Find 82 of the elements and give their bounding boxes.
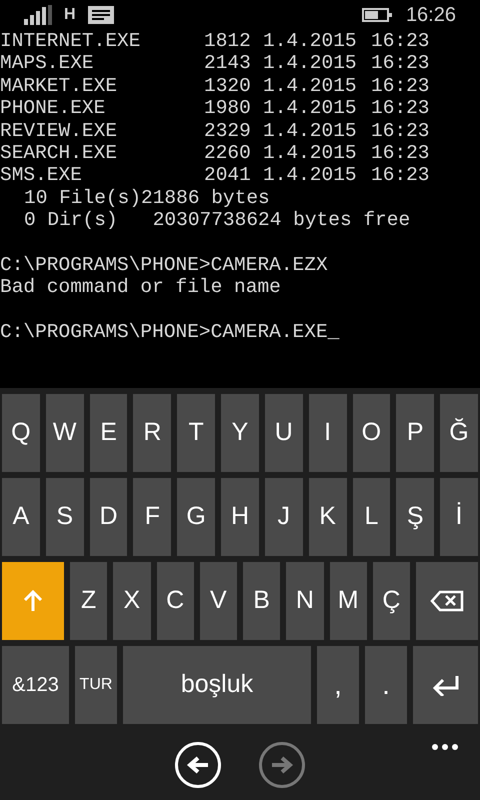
keyboard-key[interactable]: I (308, 394, 346, 472)
keyboard-key[interactable]: K (308, 478, 346, 556)
keyboard-key[interactable]: B (243, 562, 280, 640)
keyboard-key[interactable]: O (352, 394, 390, 472)
keyboard-key[interactable]: C (156, 562, 194, 640)
file-date: 1.4.2015 (263, 30, 358, 52)
file-time: 16:23 (371, 52, 430, 75)
error-message: Bad command or file name (0, 276, 281, 298)
keyboard-key[interactable]: Ç (372, 562, 410, 640)
file-date: 1.4.2015 (263, 142, 358, 164)
keyboard-key[interactable]: L (352, 478, 390, 556)
keyboard-key[interactable]: T (177, 394, 216, 472)
file-time: 16:23 (371, 74, 430, 98)
file-name: SMS.EXE (0, 164, 83, 187)
keyboard-key[interactable]: V (200, 562, 237, 640)
keyboard-key[interactable]: &123 (2, 646, 69, 724)
backspace-key[interactable] (416, 562, 478, 640)
left-arrow-icon (186, 755, 210, 775)
keyboard-key[interactable]: N (286, 562, 324, 640)
file-name: INTERNET.EXE (0, 30, 142, 52)
up-arrow-icon (22, 589, 44, 613)
file-size: 1320 (204, 74, 252, 98)
file-date: 1.4.2015 (263, 164, 358, 187)
battery-icon (362, 8, 392, 22)
file-date: 1.4.2015 (263, 74, 358, 98)
keyboard-key[interactable]: E (90, 394, 128, 472)
file-name: MARKET.EXE (0, 74, 118, 98)
file-size: 1812 (204, 30, 252, 52)
keyboard-key[interactable]: . (365, 646, 407, 724)
enter-key[interactable] (413, 646, 478, 724)
file-size: 2329 (204, 120, 252, 142)
keyboard-key[interactable]: , (317, 646, 359, 724)
more-icon[interactable] (432, 744, 458, 750)
keyboard-key[interactable]: İ (440, 478, 478, 556)
keyboard-key[interactable]: J (264, 478, 303, 556)
backspace-icon (430, 590, 464, 612)
file-name: MAPS.EXE (0, 52, 95, 75)
keyboard-key[interactable]: Ğ (440, 394, 478, 472)
file-time: 16:23 (371, 120, 430, 142)
enter-arrow-icon (430, 674, 460, 696)
file-name: PHONE.EXE (0, 97, 106, 120)
keyboard-key[interactable]: Z (70, 562, 108, 640)
file-time: 16:23 (371, 30, 430, 52)
keyboard-key[interactable]: Ş (396, 478, 434, 556)
keyboard-key[interactable]: G (177, 478, 216, 556)
keyboard-key[interactable]: D (90, 478, 128, 556)
right-arrow-icon (270, 755, 294, 775)
file-time: 16:23 (371, 142, 430, 164)
space-key[interactable]: boşluk (123, 646, 311, 724)
keyboard-key[interactable]: U (264, 394, 303, 472)
keyboard-key[interactable]: M (330, 562, 367, 640)
network-type: H (64, 5, 76, 25)
keyboard-key[interactable]: H (221, 478, 259, 556)
file-time: 16:23 (371, 97, 430, 120)
back-button[interactable] (175, 742, 221, 788)
file-date: 1.4.2015 (263, 120, 358, 142)
keyboard-key[interactable]: X (113, 562, 150, 640)
summary-line: 0 Dir(s) 20307738624 bytes free (24, 209, 410, 232)
file-time: 16:23 (371, 164, 430, 187)
file-name: REVIEW.EXE (0, 120, 118, 142)
keyboard-key[interactable]: Q (2, 394, 40, 472)
file-date: 1.4.2015 (263, 97, 358, 120)
file-size: 2260 (204, 142, 252, 164)
keyboard-key[interactable]: P (396, 394, 434, 472)
summary-line: 10 File(s)21886 bytes (24, 186, 270, 209)
message-icon (88, 6, 114, 24)
file-name: SEARCH.EXE (0, 142, 118, 164)
keyboard-key[interactable]: TUR (75, 646, 117, 724)
command-line: C:\PROGRAMS\PHONE>CAMERA.EXE_ (0, 321, 340, 344)
file-size: 1980 (204, 97, 252, 120)
keyboard-key[interactable]: R (133, 394, 172, 472)
file-date: 1.4.2015 (263, 52, 358, 75)
keyboard-key[interactable]: F (133, 478, 172, 556)
command-line: C:\PROGRAMS\PHONE>CAMERA.EZX (0, 254, 328, 276)
keyboard-key[interactable]: A (2, 478, 40, 556)
keyboard-key[interactable]: S (46, 478, 84, 556)
keyboard-key[interactable]: W (46, 394, 84, 472)
file-size: 2041 (204, 164, 252, 187)
signal-icon (24, 5, 52, 25)
keyboard-key[interactable]: Y (221, 394, 259, 472)
clock: 16:26 (406, 3, 456, 28)
file-size: 2143 (204, 52, 252, 75)
